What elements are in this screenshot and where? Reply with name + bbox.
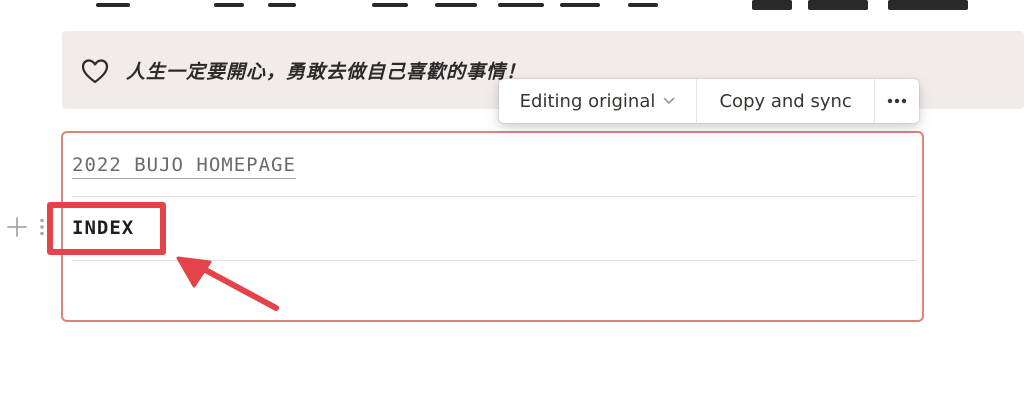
page-heading-cutoff (0, 0, 1024, 22)
callout-text: 人生一定要開心，勇敢去做自己喜歡的事情！ (126, 61, 527, 83)
copy-and-sync-button[interactable]: Copy and sync (696, 79, 874, 123)
editing-original-dropdown[interactable]: Editing original (499, 79, 696, 123)
more-horizontal-icon (887, 98, 907, 104)
synced-block-toolbar: Editing original Copy and sync (499, 79, 919, 123)
chevron-down-icon (664, 97, 675, 104)
annotation-arrow-icon (176, 256, 279, 311)
page-link-bujo-homepage[interactable]: 2022 BUJO HOMEPAGE (72, 154, 296, 179)
heart-outline-icon[interactable] (80, 57, 110, 85)
drag-handle-icon[interactable] (38, 218, 46, 236)
copy-and-sync-label: Copy and sync (719, 90, 852, 112)
row-divider (72, 196, 917, 197)
add-block-icon[interactable] (7, 216, 27, 238)
page: 人生一定要開心，勇敢去做自己喜歡的事情！ 2022 BUJO HOMEPAGE … (0, 0, 1024, 418)
editing-original-label: Editing original (519, 90, 656, 112)
annotation-highlight-box (47, 202, 166, 255)
more-options-button[interactable] (874, 79, 919, 123)
